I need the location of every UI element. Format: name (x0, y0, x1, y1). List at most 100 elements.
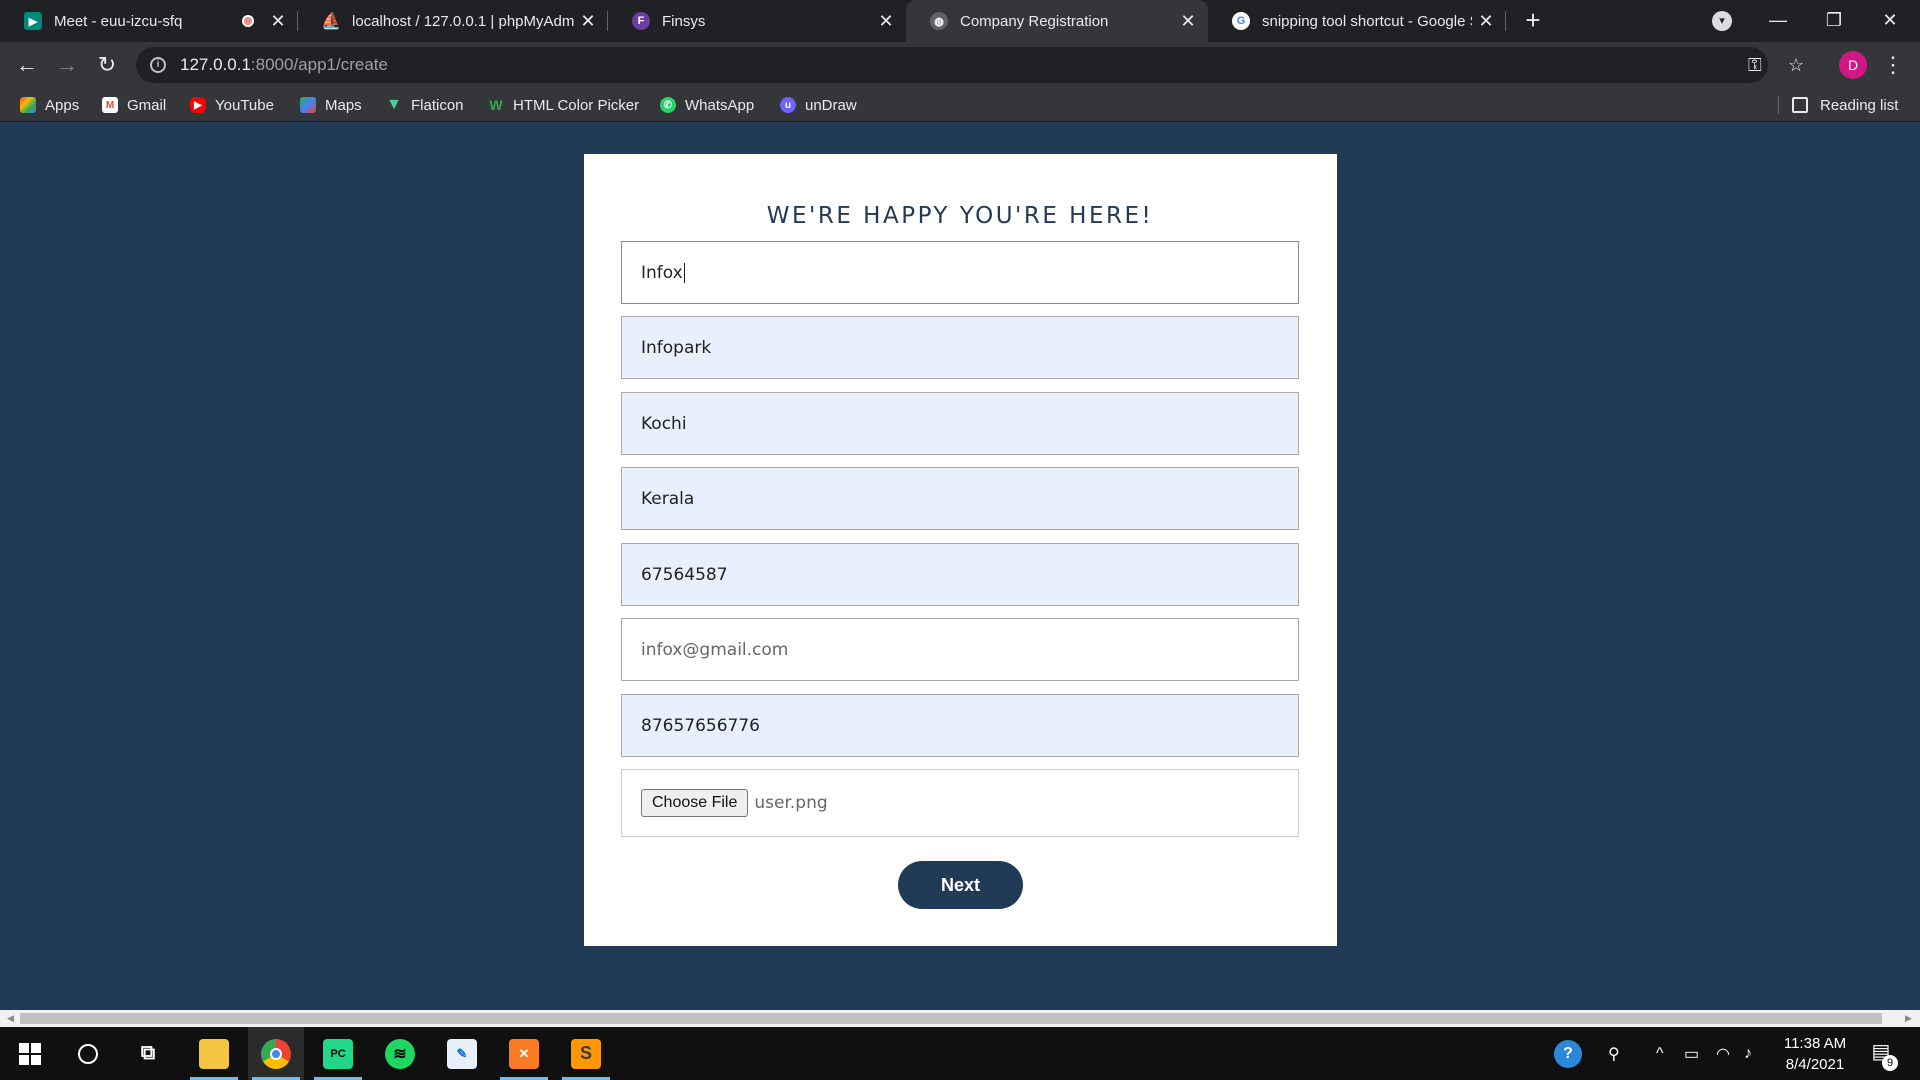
start-button[interactable] (2, 1027, 58, 1080)
password-key-icon[interactable]: ⚿ (1748, 47, 1762, 83)
horizontal-scrollbar[interactable]: ◀ ▶ (0, 1010, 1920, 1027)
phpmyadmin-icon: ⛵ (321, 13, 341, 30)
new-tab-button[interactable]: + (1518, 6, 1548, 36)
back-icon[interactable]: ← (12, 50, 42, 80)
action-center-icon[interactable]: ▤ 9 (1866, 1039, 1898, 1071)
search-button[interactable] (60, 1027, 116, 1080)
bookmark-label: Maps (325, 96, 362, 114)
taskbar-chrome[interactable] (248, 1027, 304, 1080)
people-icon[interactable]: ⚲ (1608, 1027, 1620, 1080)
restore-icon[interactable]: ❐ (1806, 0, 1862, 42)
file-explorer-icon (199, 1038, 229, 1069)
close-tab-icon[interactable]: ✕ (872, 11, 900, 32)
minimize-icon[interactable]: — (1750, 0, 1806, 42)
bookmark-label: Apps (45, 96, 80, 114)
taskbar-xampp[interactable]: ✕ (496, 1027, 552, 1080)
bookmark-whatsapp[interactable]: ✆ WhatsApp (660, 88, 754, 122)
recording-icon (242, 15, 254, 27)
sublime-text-icon: S (571, 1038, 601, 1069)
windows-taskbar: ⧉ PC ≋ ✎ ✕ S ? ⚲ ^ ▭ ◠ ♪ 11:38 AM 8/4/20… (0, 1027, 1920, 1080)
bookmark-label: WhatsApp (685, 96, 755, 114)
chrome-icon (261, 1038, 291, 1069)
logo-file-input[interactable]: Choose File user.png (621, 769, 1299, 837)
tab-finsys[interactable]: F Finsys ✕ (608, 0, 906, 42)
wifi-icon[interactable]: ◠ (1716, 1027, 1730, 1080)
clock-time: 11:38 AM (1783, 1035, 1847, 1052)
choose-file-button[interactable]: Choose File (641, 789, 749, 817)
scroll-right-icon[interactable]: ▶ (1900, 1010, 1917, 1027)
phone-input[interactable]: 87657656776 (621, 694, 1299, 757)
html-color-picker-icon: W (489, 97, 503, 113)
tab-title: localhost / 127.0.0.1 | phpMyAdmin (352, 12, 574, 30)
tab-meet[interactable]: ▶ Meet - euu-izcu-sfq ✕ (0, 0, 298, 42)
reading-list-icon (1792, 97, 1808, 113)
tab-title: Meet - euu-izcu-sfq (54, 12, 183, 30)
bookmark-apps[interactable]: Apps (20, 88, 79, 122)
state-input[interactable]: Kerala (621, 467, 1299, 530)
bookmark-undraw[interactable]: u unDraw (780, 88, 857, 122)
taskbar-file-explorer[interactable] (186, 1027, 242, 1080)
url-text: 127.0.0.1:8000/app1/create (180, 55, 388, 74)
bookmark-flaticon[interactable]: ▼ Flaticon (386, 88, 464, 122)
city-input[interactable]: Kochi (621, 392, 1299, 455)
bookmark-label: YouTube (215, 96, 274, 114)
address-input[interactable]: Infopark (621, 316, 1299, 379)
scrollbar-thumb[interactable] (20, 1013, 1882, 1024)
bookmark-star-icon[interactable]: ☆ (1788, 47, 1804, 83)
close-tab-icon[interactable]: ✕ (574, 11, 602, 32)
text-caret (683, 262, 685, 283)
close-tab-icon[interactable]: ✕ (1174, 11, 1202, 32)
taskbar-spotify[interactable]: ≋ (372, 1027, 428, 1080)
company-name-input[interactable]: Infox (621, 241, 1299, 304)
windows-logo-icon (15, 1039, 45, 1069)
tab-company-registration[interactable]: ◍ Company Registration ✕ (906, 0, 1208, 42)
system-clock[interactable]: 11:38 AM 8/4/2021 (1770, 1033, 1860, 1075)
tab-google-search[interactable]: G snipping tool shortcut - Google Search… (1208, 0, 1506, 42)
bookmark-label: HTML Color Picker (513, 96, 640, 114)
scroll-left-icon[interactable]: ◀ (2, 1010, 19, 1027)
undraw-icon: u (780, 97, 796, 113)
tab-title: Finsys (662, 12, 706, 30)
reload-icon[interactable]: ↻ (92, 50, 122, 80)
bookmark-html-color-picker[interactable]: W HTML Color Picker (488, 88, 639, 122)
bookmark-gmail[interactable]: M Gmail (102, 88, 166, 122)
address-bar[interactable]: i 127.0.0.1:8000/app1/create ⚿ ☆ (136, 47, 1804, 83)
taskbar-sublime[interactable]: S (558, 1027, 614, 1080)
close-tab-icon[interactable]: ✕ (1472, 11, 1500, 32)
bookmark-maps[interactable]: Maps (300, 88, 362, 122)
google-meet-icon: ▶ (24, 12, 42, 30)
selected-filename: user.png (754, 793, 828, 813)
site-info-icon[interactable]: i (150, 57, 166, 73)
next-button[interactable]: Next (898, 861, 1023, 909)
tab-search-icon[interactable]: ▾ (1712, 11, 1732, 31)
close-window-icon[interactable]: ✕ (1862, 0, 1918, 42)
reading-list-button[interactable]: Reading list (1792, 88, 1898, 122)
pincode-input[interactable]: 67564587 (621, 543, 1299, 606)
profile-avatar[interactable]: D (1839, 51, 1867, 79)
bookmark-label: Gmail (127, 96, 167, 114)
show-hidden-icons-icon[interactable]: ^ (1656, 1027, 1664, 1080)
help-icon[interactable]: ? (1554, 1027, 1582, 1080)
tab-title: Company Registration (960, 12, 1109, 30)
notification-count-badge: 9 (1882, 1055, 1898, 1071)
finsys-icon: F (632, 12, 650, 30)
bookmark-youtube[interactable]: ▶ YouTube (190, 88, 274, 122)
tab-phpmyadmin[interactable]: ⛵ localhost / 127.0.0.1 | phpMyAdmin ✕ (298, 0, 608, 42)
bookmark-label: Flaticon (411, 96, 464, 114)
forward-icon[interactable]: → (52, 50, 82, 80)
task-view-button[interactable]: ⧉ (120, 1027, 176, 1080)
taskbar-notepad[interactable]: ✎ (434, 1027, 490, 1080)
tab-strip: ▶ Meet - euu-izcu-sfq ✕ ⛵ localhost / 12… (0, 0, 1920, 42)
more-menu-icon[interactable]: ⋮ (1882, 50, 1904, 80)
bookmarks-bar: Apps M Gmail ▶ YouTube Maps ▼ Flaticon W… (0, 88, 1920, 122)
maps-icon (300, 97, 316, 113)
flaticon-icon: ▼ (386, 96, 402, 113)
battery-icon[interactable]: ▭ (1684, 1027, 1699, 1080)
xampp-icon: ✕ (509, 1038, 539, 1069)
close-tab-icon[interactable]: ✕ (264, 11, 292, 32)
volume-icon[interactable]: ♪ (1744, 1027, 1752, 1080)
email-input[interactable]: infox@gmail.com (621, 618, 1299, 681)
clock-date: 8/4/2021 (1785, 1056, 1845, 1073)
bookmark-label: unDraw (805, 96, 857, 114)
taskbar-pycharm[interactable]: PC (310, 1027, 366, 1080)
